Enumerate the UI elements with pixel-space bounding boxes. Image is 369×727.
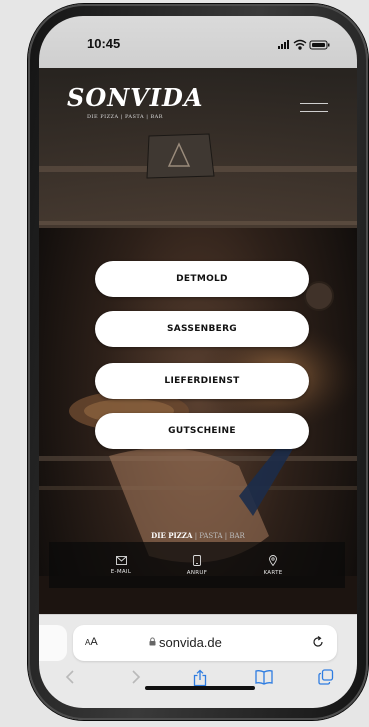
detmold-button[interactable]: DETMOLD (95, 261, 309, 297)
wifi-icon (293, 39, 307, 50)
site-logo[interactable]: SONVIDA DIE PIZZA | PASTA | BAR (67, 83, 204, 136)
map-link[interactable]: KARTE (249, 554, 297, 576)
phone-screen: 10:45 SONVIDA DIE PIZZA | PASTA | BAR DE… (39, 16, 357, 708)
status-bar: 10:45 (39, 16, 357, 68)
lieferdienst-button[interactable]: LIEFERDIENST (95, 363, 309, 399)
battery-icon (309, 40, 330, 50)
map-pin-icon (269, 554, 277, 566)
tagline-main: DIE PIZZA (151, 531, 193, 540)
previous-tab-preview[interactable] (39, 625, 67, 661)
back-icon[interactable] (65, 669, 75, 685)
call-label: ANRUF (186, 569, 208, 576)
status-time: 10:45 (87, 36, 121, 51)
tabs-icon[interactable] (318, 669, 334, 685)
signal-icon (278, 40, 289, 49)
lock-icon (149, 637, 156, 646)
hamburger-menu-icon[interactable] (300, 96, 328, 120)
logo-text: SONVIDA (67, 83, 204, 112)
envelope-icon (115, 555, 127, 565)
share-icon[interactable] (193, 669, 207, 687)
map-label: KARTE (263, 569, 283, 576)
safari-bottom-bar: AA sonvida.de (39, 614, 357, 708)
contact-bar: E-MAIL ANRUF KARTE (49, 542, 345, 588)
tagline: DIE PIZZA | PASTA | BAR (39, 531, 357, 540)
address-bar[interactable]: AA sonvida.de (73, 625, 337, 661)
url-text: sonvida.de (159, 635, 222, 650)
status-icons (278, 39, 330, 50)
forward-icon[interactable] (131, 669, 141, 685)
email-link[interactable]: E-MAIL (97, 555, 145, 575)
home-indicator[interactable] (145, 686, 255, 690)
bookmarks-icon[interactable] (255, 669, 273, 685)
gutscheine-button[interactable]: GUTSCHEINE (95, 413, 309, 449)
reload-icon[interactable] (311, 635, 325, 649)
sassenberg-button[interactable]: SASSENBERG (95, 311, 309, 347)
reader-options-button[interactable]: AA (85, 636, 98, 648)
tagline-rest: | PASTA | BAR (192, 532, 245, 540)
logo-subtitle: DIE PIZZA | PASTA | BAR (87, 114, 164, 120)
email-label: E-MAIL (110, 568, 132, 575)
phone-icon (193, 554, 201, 566)
call-link[interactable]: ANRUF (173, 554, 221, 576)
